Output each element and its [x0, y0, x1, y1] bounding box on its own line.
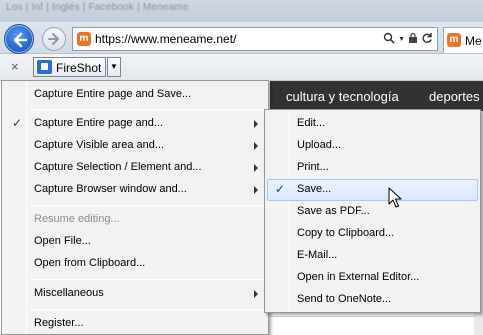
- submenu-arrow-icon: [254, 164, 258, 172]
- fireshot-toolbar: × FireShot ▼: [0, 54, 483, 81]
- checkmark-icon: ✓: [275, 182, 286, 196]
- menu-item-open-from-clipboard[interactable]: Open from Clipboard...: [4, 253, 266, 275]
- menu-item-capture-selection[interactable]: Capture Selection / Element and...: [4, 157, 266, 179]
- menu-item-register[interactable]: Register...: [4, 313, 266, 335]
- url-text[interactable]: https://www.meneame.net/: [95, 32, 236, 46]
- submenu-item-open-external-editor[interactable]: Open in External Editor...: [267, 267, 478, 289]
- menu-item-capture-visible[interactable]: Capture Visible area and...: [4, 135, 266, 157]
- browser-tab[interactable]: m Me: [443, 27, 483, 53]
- submenu-item-upload[interactable]: Upload...: [267, 135, 478, 157]
- fireshot-label: FireShot: [56, 61, 102, 75]
- menu-item-label: Capture Entire page and Save...: [34, 88, 192, 100]
- back-button[interactable]: [4, 24, 34, 54]
- tab-label: Me: [465, 34, 482, 48]
- menu-item-label: Capture Visible area and...: [34, 139, 165, 151]
- menu-item-label: Print...: [297, 161, 329, 173]
- menu-item-label: Save as PDF...: [297, 205, 370, 217]
- menu-item-label: Edit...: [297, 117, 326, 129]
- menu-item-label: Open from Clipboard...: [34, 257, 146, 269]
- menu-item-miscellaneous[interactable]: Miscellaneous: [4, 283, 266, 305]
- back-arrow-icon: [13, 32, 28, 48]
- submenu-item-email[interactable]: E-Mail...: [267, 245, 478, 267]
- page-divider: [270, 316, 483, 317]
- menu-item-label: Open in External Editor...: [297, 271, 420, 283]
- checkmark-icon: ✓: [12, 116, 23, 130]
- nav-cultura-y-tecnologia[interactable]: cultura y tecnología: [286, 89, 399, 104]
- menu-item-label: Open File...: [34, 235, 91, 247]
- site-navigation-bar: cultura y tecnología deportes: [270, 81, 483, 111]
- menu-item-capture-browser-window[interactable]: Capture Browser window and...: [4, 179, 266, 201]
- menu-separator: [30, 279, 264, 280]
- submenu-arrow-icon: [254, 120, 258, 128]
- menu-separator: [30, 309, 264, 310]
- submenu-item-print[interactable]: Print...: [267, 157, 478, 179]
- menu-item-label: Send to OneNote...: [297, 293, 392, 305]
- submenu-item-copy-to-clipboard[interactable]: Copy to Clipboard...: [267, 223, 478, 245]
- dropdown-arrow-icon[interactable]: ▼: [398, 36, 405, 43]
- capture-entire-submenu: Edit... Upload... Print... ✓ Save... Sav…: [264, 109, 481, 313]
- submenu-arrow-icon: [254, 142, 258, 150]
- menu-item-capture-entire-save[interactable]: Capture Entire page and Save...: [4, 84, 266, 106]
- search-icon[interactable]: [383, 32, 395, 47]
- menu-item-label: Upload...: [297, 139, 342, 151]
- refresh-icon[interactable]: [421, 32, 433, 47]
- submenu-arrow-icon: [254, 186, 258, 194]
- menu-item-label: Capture Entire page and...: [34, 117, 164, 129]
- menu-item-label: Register...: [34, 317, 84, 329]
- submenu-arrow-icon: [254, 290, 258, 298]
- menu-item-label: Miscellaneous: [34, 287, 104, 299]
- fireshot-dropdown-button[interactable]: ▼: [107, 57, 121, 77]
- menu-separator: [30, 109, 264, 110]
- menu-item-label: E-Mail...: [297, 249, 338, 261]
- lock-icon[interactable]: [408, 32, 418, 47]
- forward-button[interactable]: [42, 27, 66, 51]
- submenu-item-send-to-onenote[interactable]: Send to OneNote...: [267, 289, 478, 311]
- site-favicon-icon: m: [77, 32, 91, 46]
- menu-item-label: Capture Browser window and...: [34, 183, 187, 195]
- menu-item-capture-entire-and[interactable]: ✓ Capture Entire page and...: [4, 113, 266, 135]
- background-title: Los | Inf | Inglés | Facebook | Meneame: [6, 2, 189, 13]
- submenu-item-save[interactable]: ✓ Save...: [267, 179, 478, 201]
- menu-item-label: Save...: [297, 183, 332, 195]
- nav-deportes[interactable]: deportes: [429, 89, 480, 104]
- menu-item-label: Copy to Clipboard...: [297, 227, 395, 239]
- menu-item-label: Resume editing...: [34, 213, 120, 225]
- fireshot-camera-icon: [37, 60, 52, 74]
- submenu-item-edit[interactable]: Edit...: [267, 113, 478, 135]
- menu-item-open-file[interactable]: Open File...: [4, 231, 266, 253]
- close-toolbar-icon[interactable]: ×: [11, 59, 19, 74]
- fireshot-button[interactable]: FireShot: [33, 57, 106, 77]
- submenu-item-save-as-pdf[interactable]: Save as PDF...: [267, 201, 478, 223]
- menu-separator: [30, 205, 264, 206]
- title-bar: Los | Inf | Inglés | Facebook | Meneame: [0, 0, 483, 22]
- menu-item-label: Capture Selection / Element and...: [34, 161, 202, 173]
- forward-arrow-icon: [48, 33, 59, 45]
- menu-item-resume-editing: Resume editing...: [4, 209, 266, 231]
- fireshot-main-menu: Capture Entire page and Save... ✓ Captur…: [1, 80, 269, 335]
- tab-favicon-icon: m: [447, 33, 461, 47]
- mouse-cursor-icon: [388, 187, 402, 208]
- address-bar[interactable]: m https://www.meneame.net/ ▼: [72, 27, 438, 51]
